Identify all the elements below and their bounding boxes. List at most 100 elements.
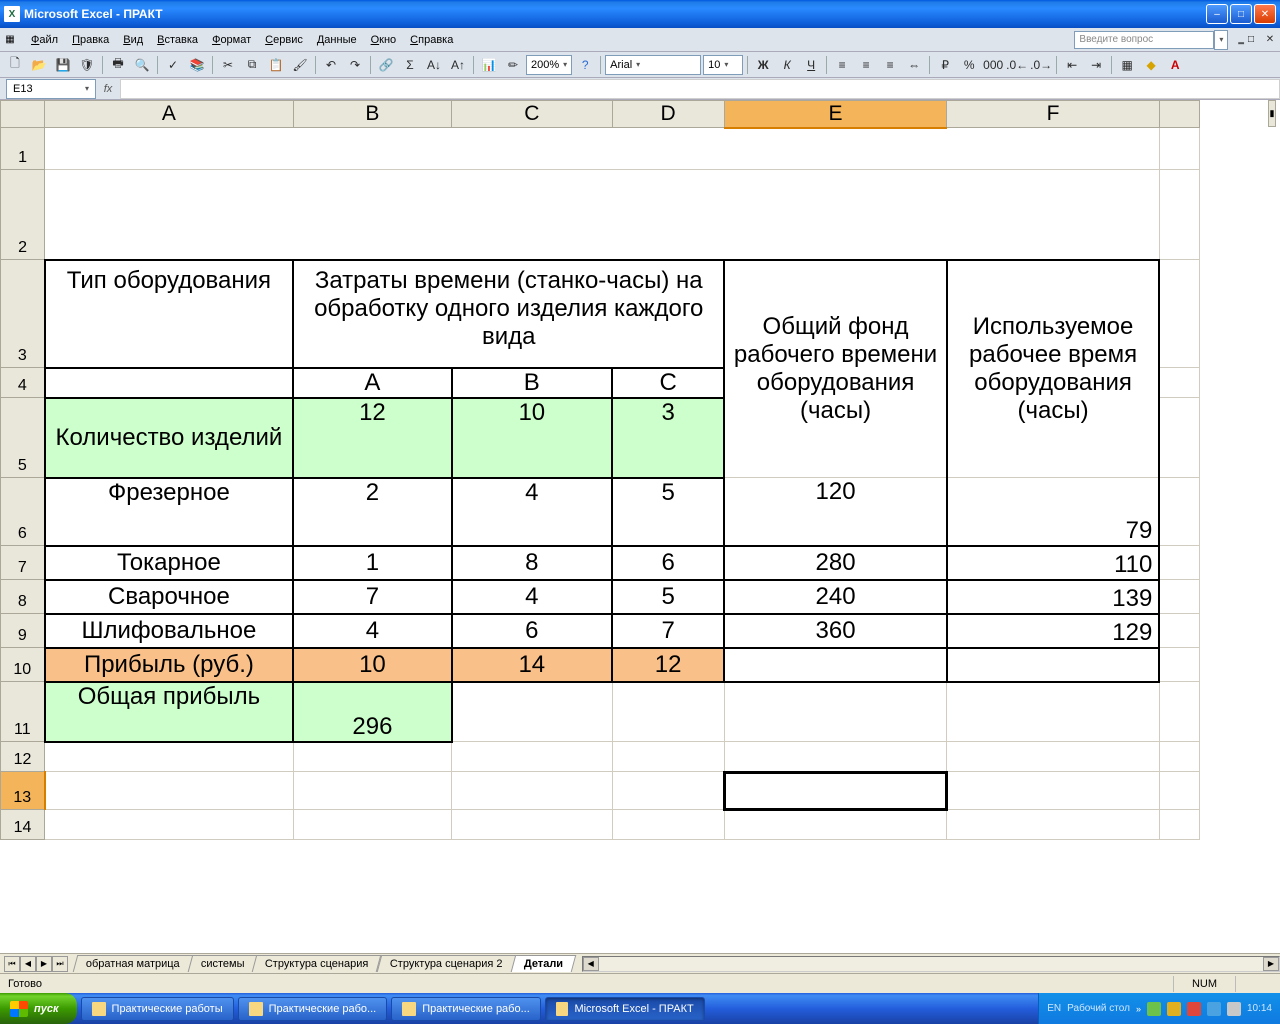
desktop-label[interactable]: Рабочий стол	[1067, 1003, 1130, 1014]
fill-color-icon[interactable]: ◆	[1140, 54, 1162, 76]
borders-icon[interactable]: ▦	[1116, 54, 1138, 76]
close-workbook-button[interactable]: ✕	[1262, 34, 1278, 45]
cell-B5[interactable]: 12	[293, 398, 451, 478]
cell-A9[interactable]: Шлифовальное	[45, 614, 294, 648]
cell-A5[interactable]: Количество изделий	[45, 398, 294, 478]
cell-E11[interactable]	[724, 682, 947, 742]
maximize-workbook-icon[interactable]: □	[1248, 34, 1254, 45]
cell-B6[interactable]: 2	[293, 478, 451, 546]
cell-D8[interactable]: 5	[612, 580, 724, 614]
font-combo[interactable]: Arial▾	[605, 55, 701, 75]
menu-Сервис[interactable]: Сервис	[258, 31, 310, 49]
font-color-icon[interactable]: A	[1164, 54, 1186, 76]
tab-first-icon[interactable]: ⏮	[4, 956, 20, 972]
cell-D4[interactable]: С	[612, 368, 724, 398]
close-button[interactable]: ✕	[1254, 4, 1276, 24]
decrease-decimal-icon[interactable]: .0→	[1030, 54, 1052, 76]
format-painter-icon[interactable]: 🖌	[289, 54, 311, 76]
autosum-icon[interactable]: Σ	[399, 54, 421, 76]
print-preview-icon[interactable]: 🔍	[131, 54, 153, 76]
cell-F9[interactable]: 129	[947, 614, 1160, 648]
align-left-icon[interactable]: ≡	[831, 54, 853, 76]
lang-indicator[interactable]: EN	[1047, 1003, 1061, 1014]
tray-icon-3[interactable]	[1187, 1002, 1201, 1016]
cell-A13[interactable]	[45, 772, 294, 810]
sheet-tab[interactable]: Структура сценария	[252, 955, 382, 972]
menu-Данные[interactable]: Данные	[310, 31, 364, 49]
cell-F13[interactable]	[947, 772, 1160, 810]
ask-dropdown[interactable]: ▾	[1214, 30, 1228, 50]
cell-F8[interactable]: 139	[947, 580, 1160, 614]
cell-B12[interactable]	[293, 742, 451, 772]
col-header-B[interactable]: B	[293, 101, 451, 128]
row-header-6[interactable]: 6	[1, 478, 45, 546]
comma-icon[interactable]: 000	[982, 54, 1004, 76]
row-header-5[interactable]: 5	[1, 398, 45, 478]
worksheet-area[interactable]: ABCDEF123Тип оборудованияЗатраты времени…	[0, 100, 1280, 953]
taskbar-app[interactable]: Практические рабо...	[391, 997, 541, 1021]
sort-desc-icon[interactable]: A↑	[447, 54, 469, 76]
cell-A4[interactable]	[45, 368, 294, 398]
col-header-D[interactable]: D	[612, 101, 724, 128]
increase-decimal-icon[interactable]: .0←	[1006, 54, 1028, 76]
copy-icon[interactable]: ⧉	[241, 54, 263, 76]
cell-C11[interactable]	[452, 682, 612, 742]
name-box[interactable]: E13▾	[6, 79, 96, 99]
minimize-button[interactable]: –	[1206, 4, 1228, 24]
scroll-right-icon[interactable]: ▶	[1263, 957, 1279, 971]
cell-A14[interactable]	[45, 810, 294, 840]
zoom-combo[interactable]: 200%▾	[526, 55, 572, 75]
cell-E13[interactable]	[724, 772, 947, 810]
cell-C8[interactable]: 4	[452, 580, 612, 614]
cell-C5[interactable]: 10	[452, 398, 612, 478]
decrease-indent-icon[interactable]: ⇤	[1061, 54, 1083, 76]
paste-icon[interactable]: 📋	[265, 54, 287, 76]
cell-C10[interactable]: 14	[452, 648, 612, 682]
split-notch[interactable]: ▮	[1268, 100, 1276, 127]
cell-B7[interactable]: 1	[293, 546, 451, 580]
sort-asc-icon[interactable]: A↓	[423, 54, 445, 76]
cell-D11[interactable]	[612, 682, 724, 742]
drawing-icon[interactable]: ✏	[502, 54, 524, 76]
cell-F10[interactable]	[947, 648, 1160, 682]
menu-Файл[interactable]: Файл	[24, 31, 65, 49]
col-header-A[interactable]: A	[45, 101, 294, 128]
row-header-13[interactable]: 13	[1, 772, 45, 810]
cell-E10[interactable]	[724, 648, 947, 682]
cell-F7[interactable]: 110	[947, 546, 1160, 580]
cell-E8[interactable]: 240	[724, 580, 947, 614]
research-icon[interactable]: 📚	[186, 54, 208, 76]
cell-C9[interactable]: 6	[452, 614, 612, 648]
cell-E12[interactable]	[724, 742, 947, 772]
merge-center-icon[interactable]: ⇔	[903, 54, 925, 76]
bold-icon[interactable]: Ж	[752, 54, 774, 76]
row-header-1[interactable]: 1	[1, 128, 45, 170]
sheet-tab[interactable]: Детали	[510, 955, 576, 972]
fx-icon[interactable]: fx	[96, 83, 120, 95]
scroll-left-icon[interactable]: ◀	[583, 957, 599, 971]
chart-wizard-icon[interactable]: 📊	[478, 54, 500, 76]
permission-icon[interactable]: 🛡	[76, 54, 98, 76]
percent-icon[interactable]: %	[958, 54, 980, 76]
increase-indent-icon[interactable]: ⇥	[1085, 54, 1107, 76]
help-icon[interactable]: ?	[574, 54, 596, 76]
tray-icon-2[interactable]	[1167, 1002, 1181, 1016]
row-header-7[interactable]: 7	[1, 546, 45, 580]
cell-A10[interactable]: Прибыль (руб.)	[45, 648, 294, 682]
row-header-10[interactable]: 10	[1, 648, 45, 682]
menu-Вставка[interactable]: Вставка	[150, 31, 205, 49]
cell-C7[interactable]: 8	[452, 546, 612, 580]
cell-D10[interactable]: 12	[612, 648, 724, 682]
select-all[interactable]	[1, 101, 45, 128]
row-header-3[interactable]: 3	[1, 260, 45, 368]
cell-D14[interactable]	[612, 810, 724, 840]
cell-A12[interactable]	[45, 742, 294, 772]
clock[interactable]: 10:14	[1247, 1003, 1272, 1014]
cell-B9[interactable]: 4	[293, 614, 451, 648]
tab-last-icon[interactable]: ⏭	[52, 956, 68, 972]
cell-B3D3[interactable]: Затраты времени (станко-часы) на обработ…	[293, 260, 724, 368]
row-header-14[interactable]: 14	[1, 810, 45, 840]
hyperlink-icon[interactable]: 🔗	[375, 54, 397, 76]
cell-A7[interactable]: Токарное	[45, 546, 294, 580]
cell-F3[interactable]: Используемое рабочее время оборудования …	[947, 260, 1160, 478]
